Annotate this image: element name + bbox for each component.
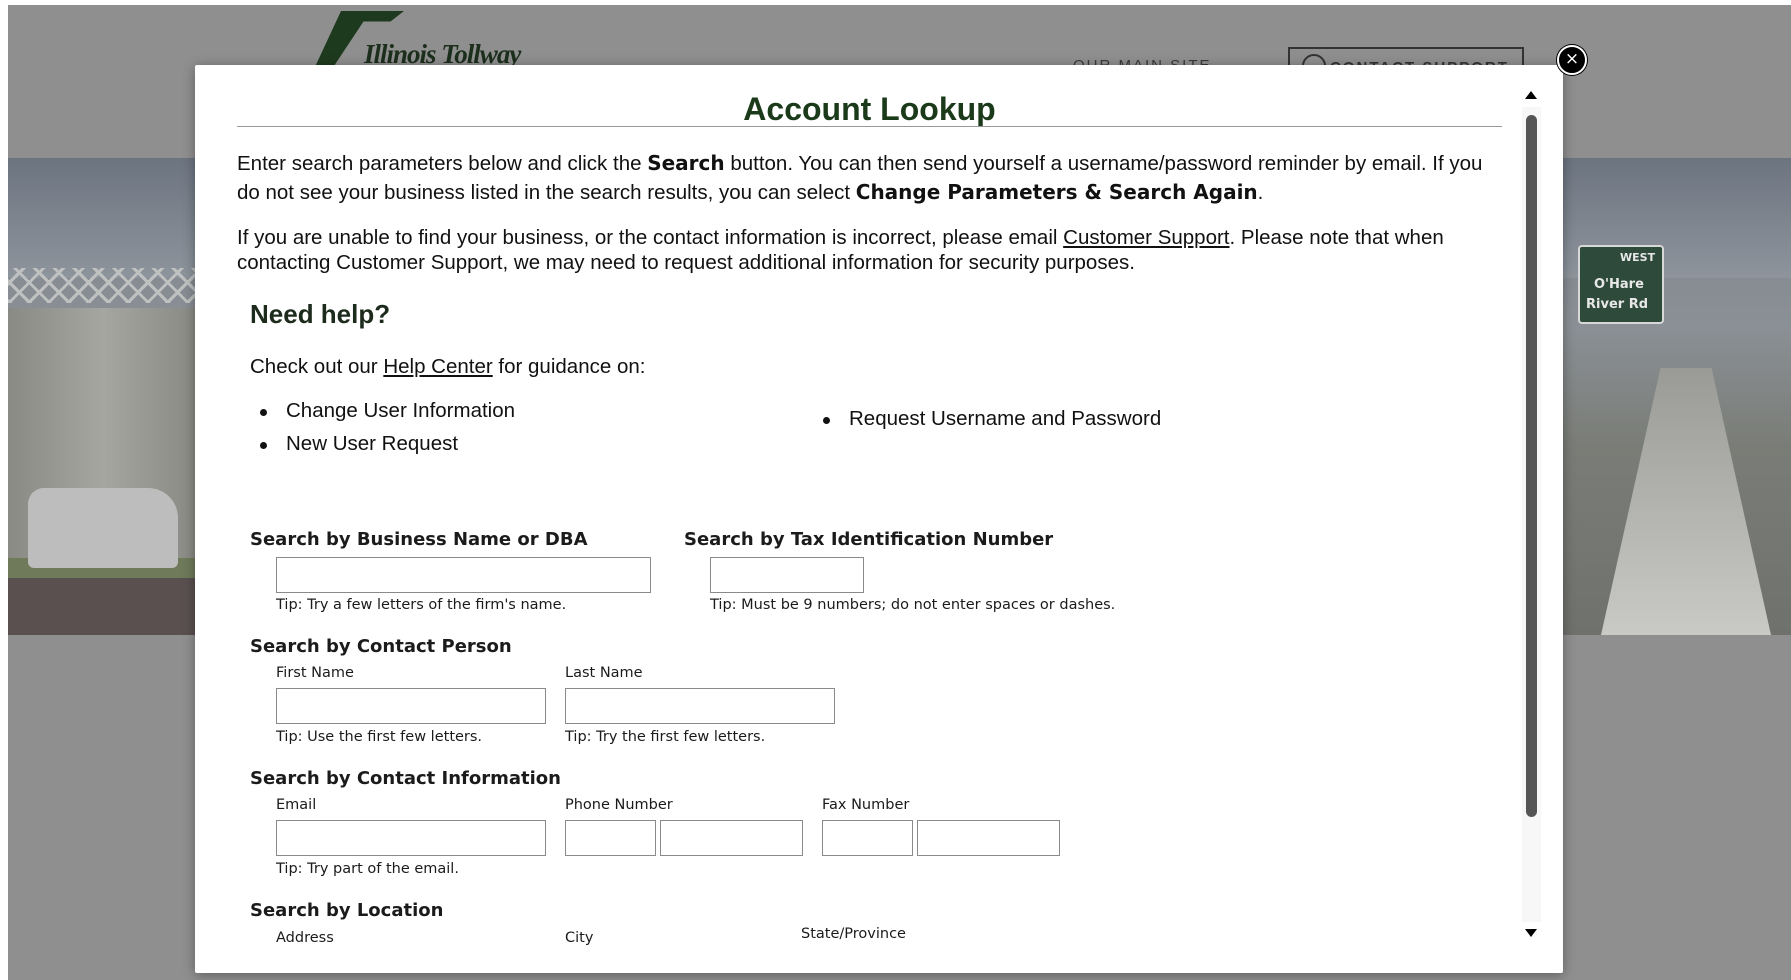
close-modal-button[interactable]: ×: [1557, 45, 1587, 75]
business-name-input[interactable]: [276, 557, 651, 593]
contact-person-heading: Search by Contact Person: [250, 636, 512, 657]
intro-paragraph-1: Enter search parameters below and click …: [237, 151, 1483, 204]
last-name-input[interactable]: [565, 688, 835, 724]
help-section: Need help? Check out our Help Center for…: [250, 299, 1161, 455]
last-name-tip: Tip: Try the first few letters.: [565, 729, 766, 745]
state-label: State/Province: [801, 926, 906, 942]
business-name-tip: Tip: Try a few letters of the firm's nam…: [276, 597, 567, 613]
help-intro: Check out our Help Center for guidance o…: [250, 355, 646, 378]
last-name-label: Last Name: [565, 665, 643, 681]
scroll-up-arrow-icon[interactable]: [1525, 91, 1537, 99]
phone-number-input[interactable]: [660, 820, 803, 856]
city-label: City: [565, 930, 594, 946]
tollway-logo: Illinois Tollway: [306, 5, 586, 69]
phone-label: Phone Number: [565, 797, 673, 813]
address-label: Address: [276, 930, 334, 946]
location-heading: Search by Location: [250, 900, 444, 921]
help-link-change-user[interactable]: Change User Information: [260, 398, 660, 431]
tax-id-input[interactable]: [710, 557, 864, 593]
phone-area-code-input[interactable]: [565, 820, 656, 856]
intro-paragraph-2: If you are unable to find your business,…: [237, 226, 1444, 274]
title-divider: [237, 126, 1502, 127]
customer-support-link[interactable]: Customer Support: [1063, 226, 1229, 249]
fax-label: Fax Number: [822, 797, 910, 813]
email-label: Email: [276, 797, 317, 813]
highway-sign: WEST O'Hare River Rd: [1578, 245, 1664, 324]
scrollbar-thumb[interactable]: [1526, 115, 1537, 817]
help-links-left: Change User Information New User Request: [260, 398, 660, 464]
email-tip: Tip: Try part of the email.: [276, 861, 459, 877]
business-name-heading: Search by Business Name or DBA: [250, 529, 588, 550]
help-link-new-user[interactable]: New User Request: [260, 431, 660, 464]
first-name-tip: Tip: Use the first few letters.: [276, 729, 483, 745]
scroll-down-arrow-icon[interactable]: [1525, 929, 1537, 937]
first-name-label: First Name: [276, 665, 354, 681]
email-input[interactable]: [276, 820, 546, 856]
tax-id-tip: Tip: Must be 9 numbers; do not enter spa…: [710, 597, 1116, 613]
help-title: Need help?: [250, 299, 391, 329]
fax-number-input[interactable]: [917, 820, 1060, 856]
help-links-right: Request Username and Password: [823, 406, 1223, 439]
page-title: Account Lookup: [743, 91, 996, 127]
first-name-input[interactable]: [276, 688, 546, 724]
tax-id-heading: Search by Tax Identification Number: [684, 529, 1054, 550]
contact-info-heading: Search by Contact Information: [250, 768, 561, 789]
fax-area-code-input[interactable]: [822, 820, 913, 856]
account-lookup-modal: Account Lookup Enter search parameters b…: [195, 65, 1563, 973]
help-center-link[interactable]: Help Center: [383, 355, 492, 378]
help-link-request-username[interactable]: Request Username and Password: [823, 406, 1223, 439]
